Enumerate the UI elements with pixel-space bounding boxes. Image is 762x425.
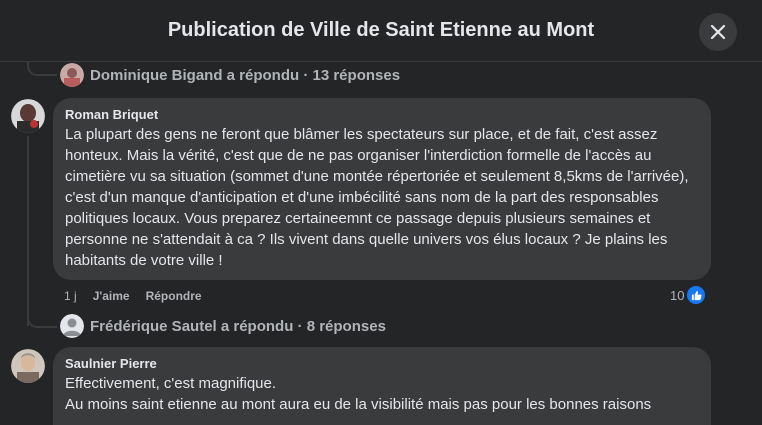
comment-time[interactable]: 1 j [64,289,77,303]
scrollbar[interactable] [756,62,762,425]
dialog-header: Publication de Ville de Saint Etienne au… [0,0,762,62]
comment-author[interactable]: Saulnier Pierre [65,355,699,372]
comment-text: La plupart des gens ne feront que blâmer… [65,126,689,269]
avatar-roman-briquet[interactable] [11,99,45,133]
dialog-title: Publication de Ville de Saint Etienne au… [167,19,595,41]
comment-text-line: Au moins saint etienne au mont aura eu d… [65,396,652,413]
like-button[interactable]: J'aime [93,289,130,303]
comment-author[interactable]: Roman Briquet [65,106,699,123]
avatar [60,314,84,338]
thumbs-up-icon [686,285,707,305]
comment-bubble: Saulnier Pierre Effectivement, c'est mag… [53,347,711,425]
thread-connector [27,62,57,76]
thread-line [27,136,29,326]
close-button[interactable] [699,13,737,51]
avatar-saulnier-pierre[interactable] [11,349,45,383]
comment-text-line: Effectivement, c'est magnifique. [65,375,277,392]
avatar [60,63,84,87]
replies-link-frederique[interactable]: Frédérique Sautel a répondu · 8 réponses [60,313,386,339]
like-count[interactable]: 10 [670,285,707,305]
like-count-number: 10 [670,287,685,303]
thread-connector [27,314,57,328]
post-dialog: Publication de Ville de Saint Etienne au… [0,0,762,425]
comment-bubble: Roman Briquet La plupart des gens ne fer… [53,98,711,280]
comment-actions: 1 j J'aime Répondre [64,287,218,305]
replies-link-text: Dominique Bigand a répondu · 13 réponses [90,66,401,84]
replies-link-dominique[interactable]: Dominique Bigand a répondu · 13 réponses [60,62,400,88]
close-icon [710,24,726,40]
reply-button[interactable]: Répondre [146,289,202,303]
replies-link-text: Frédérique Sautel a répondu · 8 réponses [90,317,386,335]
